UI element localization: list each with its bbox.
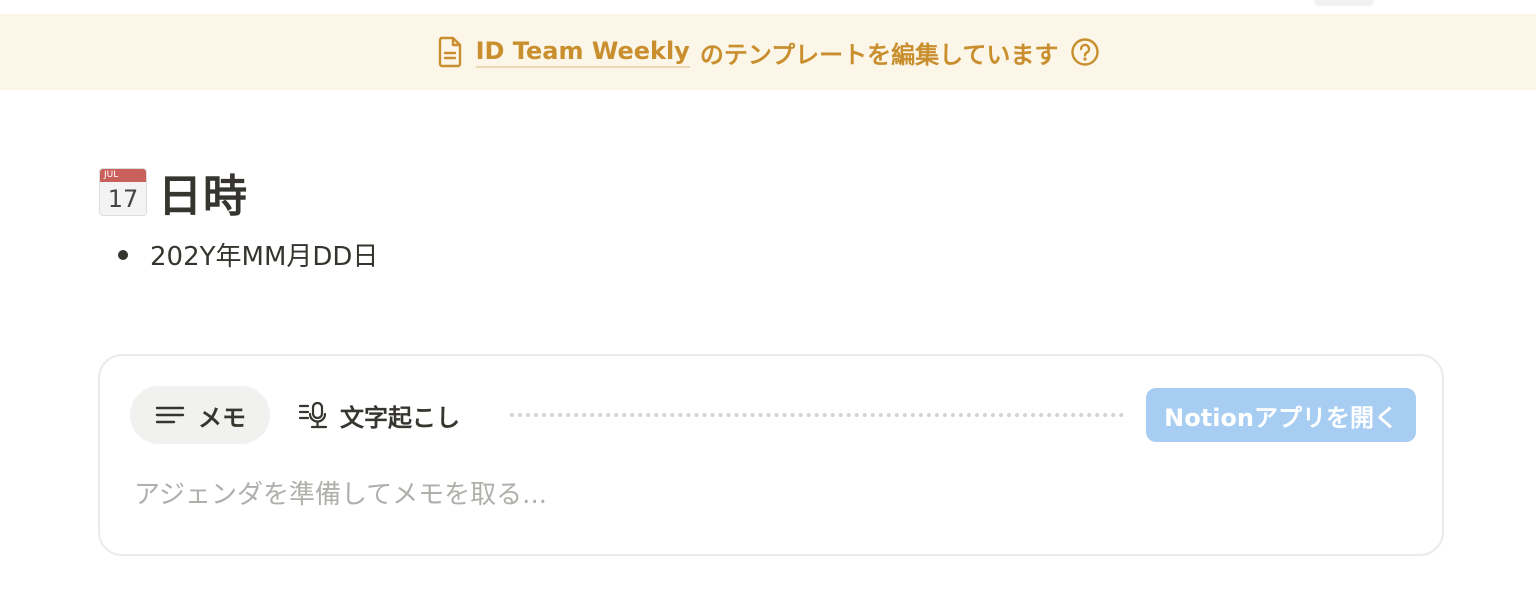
template-edit-banner: ID Team Weekly のテンプレートを編集しています [0,14,1536,90]
help-circle-icon[interactable] [1070,37,1100,67]
template-name-link[interactable]: ID Team Weekly [475,37,690,68]
tab-transcript[interactable]: 文字起こし [270,386,480,444]
document-icon [438,36,461,68]
template-edit-message: のテンプレートを編集しています [699,40,1059,69]
notes-input[interactable] [134,480,1334,510]
calendar-month: JUL [100,169,146,182]
heading-title[interactable]: 日時 [158,160,248,224]
calendar-day: 17 [107,184,139,213]
meeting-notes-block: メモ 文字起こし Notionアプリを開く [98,354,1444,556]
bullet-dot [118,249,128,260]
tab-notes-label: メモ [198,403,246,432]
calendar-icon: JUL 17 [100,169,146,215]
open-notion-app-button[interactable]: Notionアプリを開く [1146,388,1416,442]
lines-icon [155,406,185,424]
date-placeholder-text[interactable]: 202Y年MM月DD日 [150,236,378,273]
top-edge-decoration [1314,0,1374,6]
section-heading: JUL 17 日時 [100,160,248,224]
bullet-list-item[interactable]: 202Y年MM月DD日 [118,236,378,273]
tab-transcript-label: 文字起こし [340,403,460,432]
meeting-notes-toolbar: メモ 文字起こし Notionアプリを開く [130,386,1416,444]
tab-notes[interactable]: メモ [130,386,270,444]
transcript-mic-icon [298,401,328,429]
dotted-divider [510,413,1125,417]
